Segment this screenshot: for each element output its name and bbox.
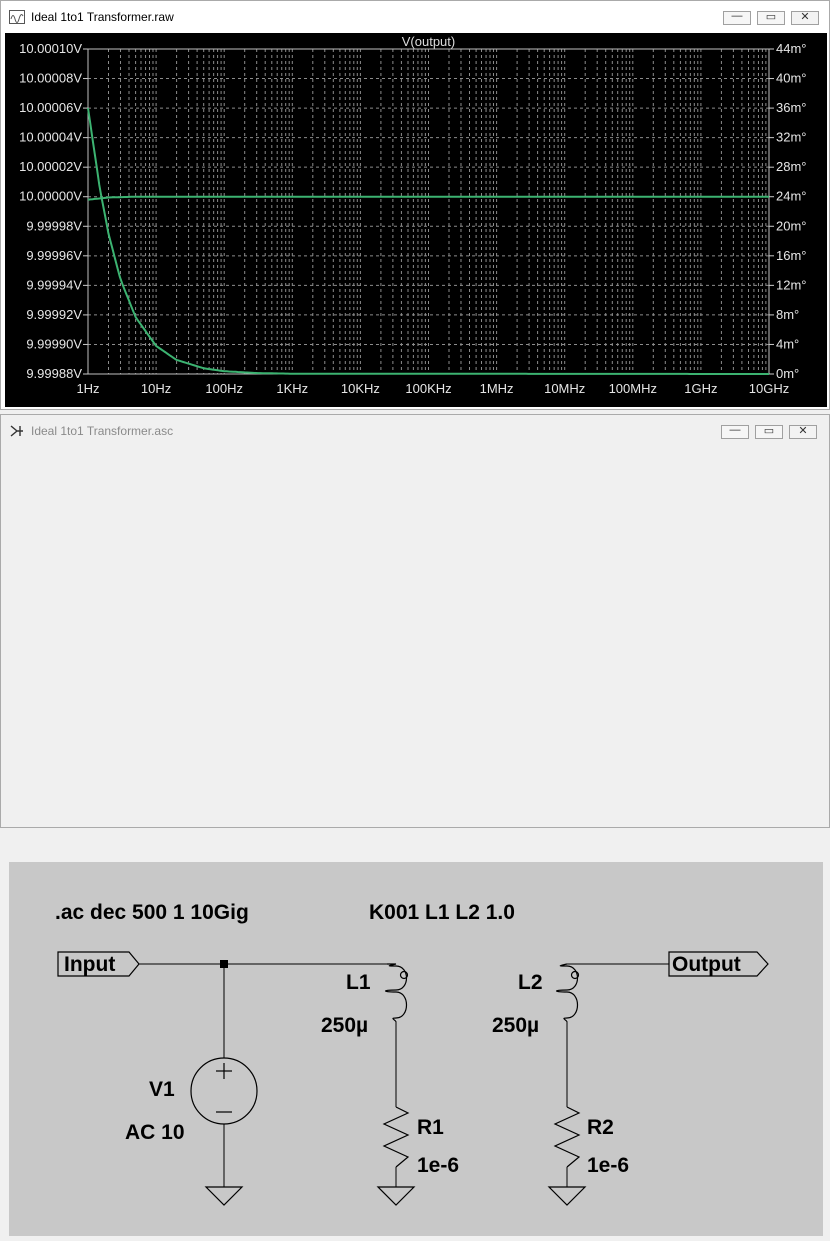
l2-value[interactable]: 250µ [492,1014,539,1037]
x-tick-label: 10KHz [341,381,380,396]
ground-r2[interactable] [547,1186,587,1206]
input-net-label[interactable]: Input [57,951,140,977]
y-left-tick-label: 10.00004V [19,130,82,145]
waveform-maximize-button[interactable]: ▭ [757,11,785,25]
x-tick-label: 1GHz [684,381,717,396]
x-tick-label: 10GHz [749,381,789,396]
schematic-maximize-button[interactable]: ▭ [755,425,783,439]
x-tick-label: 1MHz [480,381,514,396]
waveform-app-icon [9,10,25,24]
output-net-label[interactable]: Output [668,951,769,977]
x-tick-label: 100Hz [205,381,243,396]
waveform-window-title: Ideal 1to1 Transformer.raw [31,10,174,24]
y-right-tick-label: 44m° [776,41,807,56]
y-left-tick-label: 9.99996V [26,248,82,263]
plot-area[interactable]: V(output) 1Hz 10Hz 100Hz 1KHz 10KHz 100KHz 1MHz… [5,33,827,407]
r2-value[interactable]: 1e-6 [587,1154,629,1177]
y-left-tick-label: 10.00010V [19,41,82,56]
y-left-tick-label: 9.99994V [26,277,82,292]
waveform-chart[interactable]: V(output) 1Hz 10Hz 100Hz 1KHz 10KHz 100KHz 1MHz… [5,33,827,407]
y-right-tick-label: 4m° [776,336,799,351]
waveform-minimize-button[interactable]: — [723,10,751,25]
y-left-tick-label: 9.99998V [26,218,82,233]
voltage-source-v1[interactable] [190,1057,258,1125]
schematic-drawing[interactable]: .ac dec 500 1 10Gig K001 L1 L2 1.0 Input… [9,862,823,1236]
ac-directive[interactable]: .ac dec 500 1 10Gig [55,901,249,924]
waveform-window: Ideal 1to1 Transformer.raw — ▭ ✕ V(outpu… [0,0,830,410]
l1-name[interactable]: L1 [346,971,371,994]
schematic-titlebar[interactable]: Ideal 1to1 Transformer.asc — ▭ ✕ [1,415,829,447]
y-right-tick-label: 36m° [776,100,807,115]
coupling-directive[interactable]: K001 L1 L2 1.0 [369,901,515,924]
x-tick-label: 1KHz [276,381,308,396]
inductor-l1[interactable] [384,963,409,1023]
y-left-tick-label: 10.00002V [19,159,82,174]
y-right-tick-label: 28m° [776,159,807,174]
y-right-tick-label: 16m° [776,248,807,263]
junction-dot [220,960,228,968]
inductor-l2[interactable] [555,963,580,1023]
waveform-titlebar[interactable]: Ideal 1to1 Transformer.raw — ▭ ✕ [1,1,829,33]
y-left-tick-label: 10.00000V [19,189,82,204]
schematic-minimize-button[interactable]: — [721,424,749,439]
schematic-close-button[interactable]: ✕ [789,425,817,439]
v1-value[interactable]: AC 10 [125,1121,185,1144]
y-left-tick-label: 9.99992V [26,307,82,322]
ground-v1[interactable] [204,1186,244,1206]
schematic-app-icon [10,425,23,437]
x-tick-label: 100MHz [609,381,657,396]
y-right-tick-label: 32m° [776,130,807,145]
r1-value[interactable]: 1e-6 [417,1154,459,1177]
l2-name[interactable]: L2 [518,971,543,994]
input-label-text: Input [64,953,115,976]
chart-title: V(output) [402,34,455,49]
y-left-tick-label: 9.99990V [26,336,82,351]
y-right-tick-label: 0m° [776,366,799,381]
resistor-r2[interactable] [553,1106,581,1168]
y-right-tick-label: 20m° [776,218,807,233]
schematic-window-title: Ideal 1to1 Transformer.asc [31,424,174,438]
l1-value[interactable]: 250µ [321,1014,368,1037]
y-right-tick-label: 8m° [776,307,799,322]
r1-name[interactable]: R1 [417,1116,444,1139]
resistor-r1[interactable] [382,1106,410,1168]
y-right-tick-label: 24m° [776,189,807,204]
y-right-tick-label: 40m° [776,71,807,86]
x-tick-label: 1Hz [76,381,99,396]
y-right-tick-label: 12m° [776,277,807,292]
y-left-tick-label: 9.99988V [26,366,82,381]
v1-name[interactable]: V1 [149,1078,175,1101]
r2-name[interactable]: R2 [587,1116,614,1139]
x-tick-label: 10Hz [141,381,171,396]
y-left-tick-label: 10.00008V [19,71,82,86]
waveform-close-button[interactable]: ✕ [791,11,819,25]
output-label-text: Output [672,953,741,976]
x-tick-label: 10MHz [544,381,585,396]
y-left-tick-label: 10.00006V [19,100,82,115]
schematic-canvas[interactable]: .ac dec 500 1 10Gig K001 L1 L2 1.0 Input… [9,862,823,1236]
x-tick-label: 100KHz [405,381,451,396]
schematic-window: Ideal 1to1 Transformer.asc — ▭ ✕ .ac dec… [0,414,830,1236]
ground-r1[interactable] [376,1186,416,1206]
